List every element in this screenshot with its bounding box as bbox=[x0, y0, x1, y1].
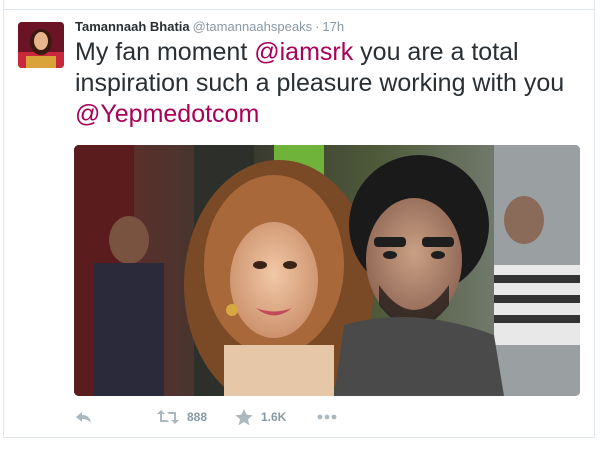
star-icon bbox=[235, 408, 253, 426]
mention-link[interactable]: @iamsrk bbox=[254, 38, 353, 66]
author-handle[interactable]: @tamannaahspeaks bbox=[193, 19, 312, 34]
reply-icon bbox=[75, 409, 93, 425]
divider bbox=[3, 9, 595, 10]
retweet-button[interactable]: 888 bbox=[157, 405, 207, 429]
author-name[interactable]: Tamannaah Bhatia bbox=[75, 19, 190, 34]
timestamp[interactable]: 17h bbox=[322, 19, 344, 34]
tweet-photo[interactable] bbox=[74, 145, 580, 396]
avatar[interactable] bbox=[18, 22, 64, 68]
more-button[interactable] bbox=[317, 405, 337, 429]
separator-dot: · bbox=[315, 19, 320, 34]
mention-link[interactable]: @Yepmedotcom bbox=[75, 100, 259, 128]
tweet-text: My fan moment @iamsrk you are a total in… bbox=[75, 37, 585, 130]
tweet-header: Tamannaah Bhatia @tamannaahspeaks · 17h bbox=[75, 19, 344, 35]
tweet-actions: 888 1.6K bbox=[75, 405, 375, 429]
more-dots-icon bbox=[317, 414, 337, 420]
tweet-text-part: My fan moment bbox=[75, 38, 255, 66]
reply-button[interactable] bbox=[75, 405, 93, 429]
favorite-button[interactable]: 1.6K bbox=[235, 405, 286, 429]
retweet-icon bbox=[157, 409, 179, 425]
favorite-count: 1.6K bbox=[261, 410, 287, 424]
retweet-count: 888 bbox=[187, 410, 208, 424]
